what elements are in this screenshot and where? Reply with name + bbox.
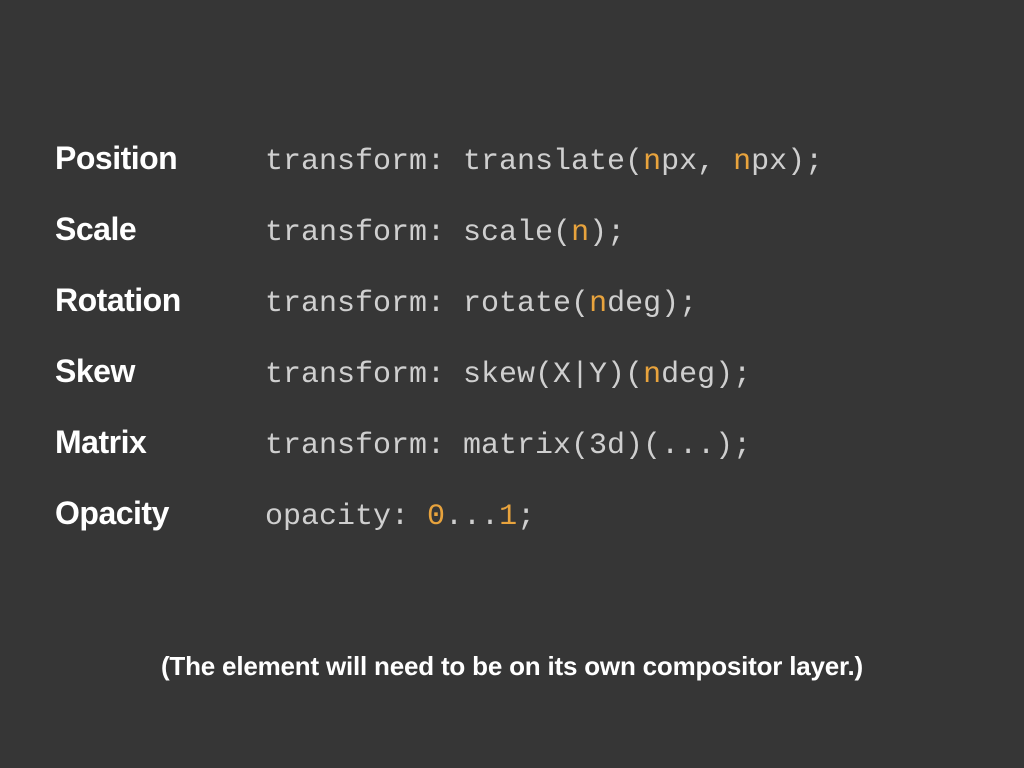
row-code: transform: skew(X|Y)(ndeg); xyxy=(265,358,751,392)
row-label: Rotation xyxy=(55,282,265,319)
row-label: Scale xyxy=(55,211,265,248)
row-skew: Skew transform: skew(X|Y)(ndeg); xyxy=(55,353,969,392)
slide: Position transform: translate(npx, npx);… xyxy=(0,0,1024,768)
row-label: Opacity xyxy=(55,495,265,532)
highlight-token: 0 xyxy=(427,500,445,534)
footer-note: (The element will need to be on its own … xyxy=(0,651,1024,682)
row-code: opacity: 0...1; xyxy=(265,500,535,534)
row-code: transform: scale(n); xyxy=(265,216,625,250)
property-list: Position transform: translate(npx, npx);… xyxy=(55,140,969,534)
row-opacity: Opacity opacity: 0...1; xyxy=(55,495,969,534)
highlight-token: n xyxy=(571,216,589,250)
highlight-token: 1 xyxy=(499,500,517,534)
row-code: transform: rotate(ndeg); xyxy=(265,287,697,321)
highlight-token: n xyxy=(733,145,751,179)
row-code: transform: matrix(3d)(...); xyxy=(265,429,751,463)
row-code: transform: translate(npx, npx); xyxy=(265,145,823,179)
row-scale: Scale transform: scale(n); xyxy=(55,211,969,250)
row-matrix: Matrix transform: matrix(3d)(...); xyxy=(55,424,969,463)
highlight-token: n xyxy=(589,287,607,321)
row-label: Skew xyxy=(55,353,265,390)
row-label: Matrix xyxy=(55,424,265,461)
highlight-token: n xyxy=(643,358,661,392)
highlight-token: n xyxy=(643,145,661,179)
row-label: Position xyxy=(55,140,265,177)
row-position: Position transform: translate(npx, npx); xyxy=(55,140,969,179)
row-rotation: Rotation transform: rotate(ndeg); xyxy=(55,282,969,321)
